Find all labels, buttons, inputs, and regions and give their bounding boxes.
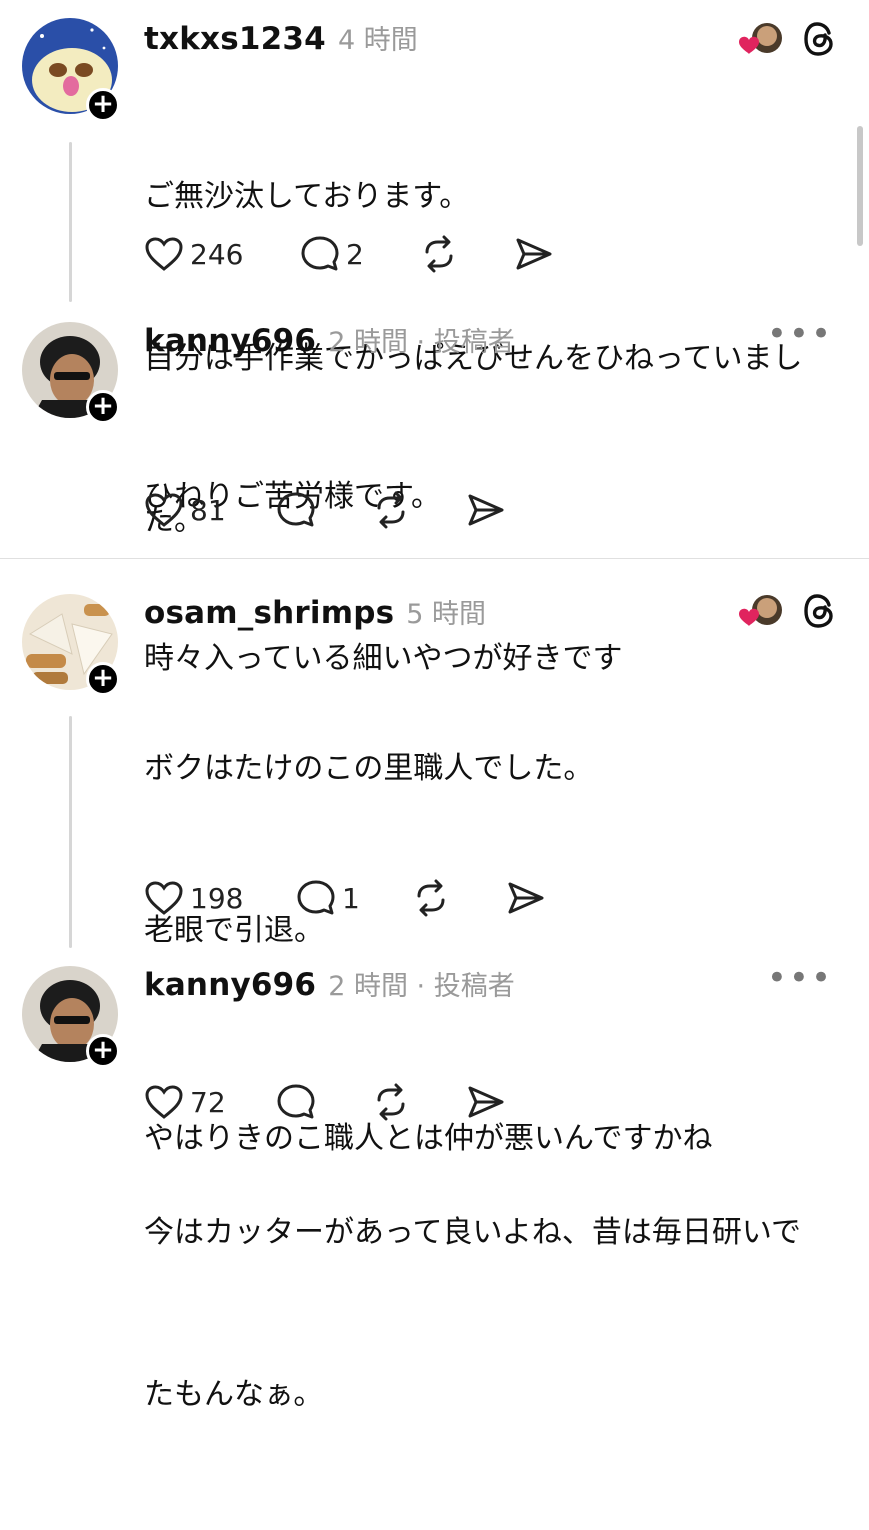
timestamp: 2 時間 · 投稿者 [328,971,515,1002]
share-button[interactable] [506,878,546,918]
follow-plus-icon[interactable]: + [86,1034,120,1068]
heart-with-avatar-icon [735,20,785,62]
reply-count: 2 [346,237,364,271]
thread-divider [0,558,869,559]
like-count: 81 [190,493,226,527]
thread-line [69,142,72,302]
speech-bubble-icon [277,492,315,527]
reply-button[interactable] [276,490,316,530]
like-button[interactable]: 246 [144,234,243,274]
text-line: たもんなぁ。 [144,1377,324,1412]
timestamp: 4 時間 [337,25,418,56]
follow-plus-icon[interactable]: + [86,88,120,122]
like-button[interactable]: 81 [144,490,226,530]
post-header: osam_shrimps 5 時間 [144,592,486,632]
reply-button[interactable] [276,1082,316,1122]
send-icon [468,494,504,526]
more-dots-icon[interactable]: ••• [767,314,833,354]
speech-bubble-icon [297,880,335,915]
timestamp: 2 時間 · 投稿者 [328,327,515,358]
post-header: kanny696 2 時間 · 投稿者 [144,320,515,360]
post-top-right [735,592,835,634]
repost-arrows-icon [425,235,453,273]
share-button[interactable] [466,490,506,530]
heart-outline-icon [145,881,183,915]
text-line: ボクはたけのこの里職人でした。 [144,751,594,786]
repost-button[interactable] [370,1082,412,1122]
timestamp: 5 時間 [406,599,487,630]
follow-plus-icon[interactable]: + [86,662,120,696]
username[interactable]: kanny696 [144,323,316,359]
repost-arrows-icon [417,879,445,917]
repost-arrows-icon [377,1083,405,1121]
send-icon [468,1086,504,1118]
reply-count: 1 [342,881,360,915]
like-count: 72 [190,1085,226,1119]
post-header: txkxs1234 4 時間 [144,18,418,58]
threads-logo-icon[interactable] [803,21,835,61]
share-button[interactable] [514,234,554,274]
like-count: 246 [190,237,244,271]
send-icon [508,882,544,914]
share-button[interactable] [466,1082,506,1122]
repost-button[interactable] [410,878,452,918]
username[interactable]: txkxs1234 [144,21,326,57]
reply-button[interactable]: 1 [296,878,360,918]
scrollbar[interactable] [857,126,863,246]
threads-logo-icon[interactable] [803,593,835,633]
username[interactable]: kanny696 [144,967,316,1003]
like-count: 198 [190,881,244,915]
send-icon [516,238,552,270]
thread-line [69,716,72,948]
heart-outline-icon [145,493,183,527]
more-dots-icon[interactable]: ••• [767,958,833,998]
post-header: kanny696 2 時間 · 投稿者 [144,964,515,1004]
like-button[interactable]: 198 [144,878,243,918]
text-line: 老眼で引退。 [144,913,324,948]
speech-bubble-icon [301,236,339,271]
text-line: ご無沙汰しております。 [144,179,470,214]
repost-button[interactable] [418,234,460,274]
heart-outline-icon [145,1085,183,1119]
repost-arrows-icon [377,491,405,529]
speech-bubble-icon [277,1084,315,1119]
post-top-right [735,20,835,62]
repost-button[interactable] [370,490,412,530]
like-button[interactable]: 72 [144,1082,226,1122]
username[interactable]: osam_shrimps [144,595,394,631]
follow-plus-icon[interactable]: + [86,390,120,424]
post-text: やはりきのこ職人とは仲が悪いんですかね [144,1004,844,1274]
heart-outline-icon [145,237,183,271]
reply-button[interactable]: 2 [300,234,364,274]
heart-with-avatar-icon [735,592,785,634]
